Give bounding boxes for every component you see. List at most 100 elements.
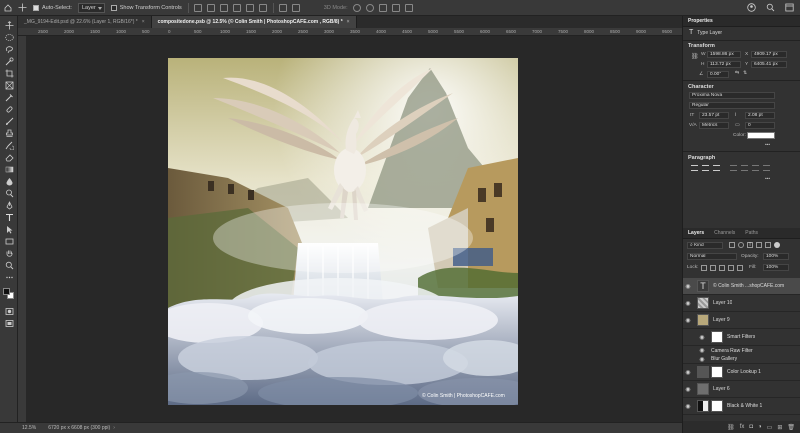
layer-name[interactable]: Color Lookup 1: [727, 369, 761, 375]
blend-mode-select[interactable]: Normal: [687, 253, 737, 260]
flip-horizontal-icon[interactable]: ⇆: [735, 71, 739, 76]
layer-name[interactable]: Camera Raw Filter: [711, 348, 753, 354]
visibility-eye-icon[interactable]: ◉: [683, 317, 693, 324]
add-mask-icon[interactable]: ◘: [749, 424, 753, 430]
document-canvas[interactable]: © Colin Smith | PhotoshopCAFE.com: [168, 58, 518, 405]
foreground-color-swatch[interactable]: [3, 288, 10, 295]
align-center-icon[interactable]: [702, 165, 709, 171]
visibility-eye-icon[interactable]: ◉: [683, 403, 693, 410]
layer-filter-kind[interactable]: ⌕ Kind: [687, 242, 723, 249]
align-top-icon[interactable]: [232, 3, 241, 12]
visibility-eye-icon[interactable]: ◉: [683, 369, 693, 376]
font-style-select[interactable]: Regular: [689, 102, 775, 109]
visibility-eye-icon[interactable]: ◉: [683, 386, 693, 393]
color-swatch[interactable]: [747, 132, 775, 139]
lock-artboard-icon[interactable]: [728, 265, 734, 271]
crop-tool-icon[interactable]: [4, 68, 14, 78]
layer-name[interactable]: Black & White 1: [727, 403, 762, 409]
frame-tool-icon[interactable]: [4, 80, 14, 90]
transform-controls-checkbox[interactable]: Show Transform Controls: [110, 4, 182, 11]
visibility-eye-icon[interactable]: ◉: [697, 334, 707, 341]
visibility-eye-icon[interactable]: ◉: [697, 347, 707, 354]
pixel-filter-icon[interactable]: [729, 242, 735, 248]
tab-compositedone[interactable]: compositedone.psb @ 12.5% (© Colin Smith…: [151, 16, 357, 28]
lock-transparent-icon[interactable]: [701, 265, 707, 271]
leading-field[interactable]: 2.08 pt: [745, 112, 775, 119]
3d-roll-icon[interactable]: [365, 3, 374, 12]
layer-name[interactable]: © Colin Smith ...shopCAFE.com: [713, 283, 784, 289]
hand-tool-icon[interactable]: [4, 248, 14, 258]
tab-mg-9194[interactable]: _MG_9194-Edit.psd @ 22.6% (Layer 1, RGB/…: [18, 16, 152, 28]
layer-row-smart-filters[interactable]: ◉ Smart Filters: [683, 329, 800, 346]
more-options-icon[interactable]: •••: [765, 177, 770, 182]
kerning-field[interactable]: Metrics: [699, 122, 729, 129]
align-bottom-icon[interactable]: [258, 3, 267, 12]
zoom-tool-icon[interactable]: [4, 260, 14, 270]
lock-image-icon[interactable]: [710, 265, 716, 271]
justify-all-icon[interactable]: [763, 165, 770, 171]
character-section-title[interactable]: Character: [683, 82, 719, 92]
gradient-tool-icon[interactable]: [4, 164, 14, 174]
quick-mask-icon[interactable]: [4, 306, 14, 316]
tab-paths[interactable]: Paths: [740, 230, 763, 236]
height-field[interactable]: 113.72 px: [707, 61, 741, 68]
tab-layers[interactable]: Layers: [683, 230, 709, 236]
eraser-tool-icon[interactable]: [4, 152, 14, 162]
filter-toggle-icon[interactable]: [774, 242, 780, 248]
visibility-eye-icon[interactable]: ◉: [683, 300, 693, 307]
paragraph-section-title[interactable]: Paragraph: [683, 153, 720, 163]
shape-filter-icon[interactable]: [756, 242, 762, 248]
align-left-icon[interactable]: [193, 3, 202, 12]
brush-tool-icon[interactable]: [4, 116, 14, 126]
3d-slide-icon[interactable]: [391, 3, 400, 12]
font-family-select[interactable]: Proxima Nova: [689, 92, 775, 99]
align-center-icon[interactable]: [206, 3, 215, 12]
layer-row-copyright-text[interactable]: ◉ T © Colin Smith ...shopCAFE.com: [683, 278, 800, 295]
opacity-field[interactable]: 100%: [763, 253, 789, 260]
visibility-eye-icon[interactable]: ◉: [697, 356, 707, 363]
layer-row-color-lookup[interactable]: ◉ Color Lookup 1: [683, 364, 800, 381]
account-icon[interactable]: [747, 3, 756, 12]
layer-row-blur-gallery[interactable]: ◉ Blur Gallery: [683, 355, 800, 364]
move-tool-icon[interactable]: [4, 20, 14, 30]
pen-tool-icon[interactable]: [4, 200, 14, 210]
rectangle-tool-icon[interactable]: [4, 236, 14, 246]
layer-row-layer-10[interactable]: ◉ Layer 10: [683, 295, 800, 312]
type-filter-icon[interactable]: T: [747, 242, 753, 248]
new-layer-icon[interactable]: ⊞: [777, 424, 782, 431]
close-icon[interactable]: ×: [142, 19, 145, 25]
flip-vertical-icon[interactable]: ⇅: [743, 71, 747, 76]
more-options-icon[interactable]: [291, 3, 300, 12]
search-icon[interactable]: [766, 3, 775, 12]
layer-row-layer-9[interactable]: ◉ Layer 9: [683, 312, 800, 329]
marquee-tool-icon[interactable]: [4, 32, 14, 42]
3d-scale-icon[interactable]: [404, 3, 413, 12]
link-icon[interactable]: ⛓: [691, 53, 699, 60]
adjustment-filter-icon[interactable]: [738, 242, 744, 248]
quick-select-tool-icon[interactable]: [4, 56, 14, 66]
y-field[interactable]: 6405.41 px: [751, 61, 787, 68]
tab-properties[interactable]: Properties: [683, 18, 718, 24]
layer-row-layer-6[interactable]: ◉ Layer 6: [683, 381, 800, 398]
adjustment-layer-icon[interactable]: ◑: [758, 424, 762, 430]
more-options-icon[interactable]: •••: [765, 143, 770, 148]
layer-name[interactable]: Layer 10: [713, 300, 732, 306]
x-field[interactable]: 4909.17 px: [751, 51, 787, 58]
link-layers-icon[interactable]: ⛓: [727, 424, 735, 431]
chevron-right-icon[interactable]: ›: [113, 425, 115, 431]
clone-stamp-tool-icon[interactable]: [4, 128, 14, 138]
dodge-tool-icon[interactable]: [4, 188, 14, 198]
lock-all-icon[interactable]: [737, 265, 743, 271]
eyedropper-tool-icon[interactable]: [4, 92, 14, 102]
folder-icon[interactable]: ▭: [767, 424, 773, 431]
fx-icon[interactable]: fx: [740, 424, 745, 430]
tracking-field[interactable]: 0: [745, 122, 775, 129]
align-right-icon[interactable]: [713, 165, 720, 171]
3d-pan-icon[interactable]: [378, 3, 387, 12]
lock-position-icon[interactable]: [719, 265, 725, 271]
angle-field[interactable]: 0.00°: [707, 71, 729, 78]
distribute-icon[interactable]: [278, 3, 287, 12]
visibility-eye-icon[interactable]: ◉: [683, 283, 693, 290]
smart-object-filter-icon[interactable]: [765, 242, 771, 248]
auto-select-checkbox[interactable]: Auto-Select:: [33, 4, 72, 11]
